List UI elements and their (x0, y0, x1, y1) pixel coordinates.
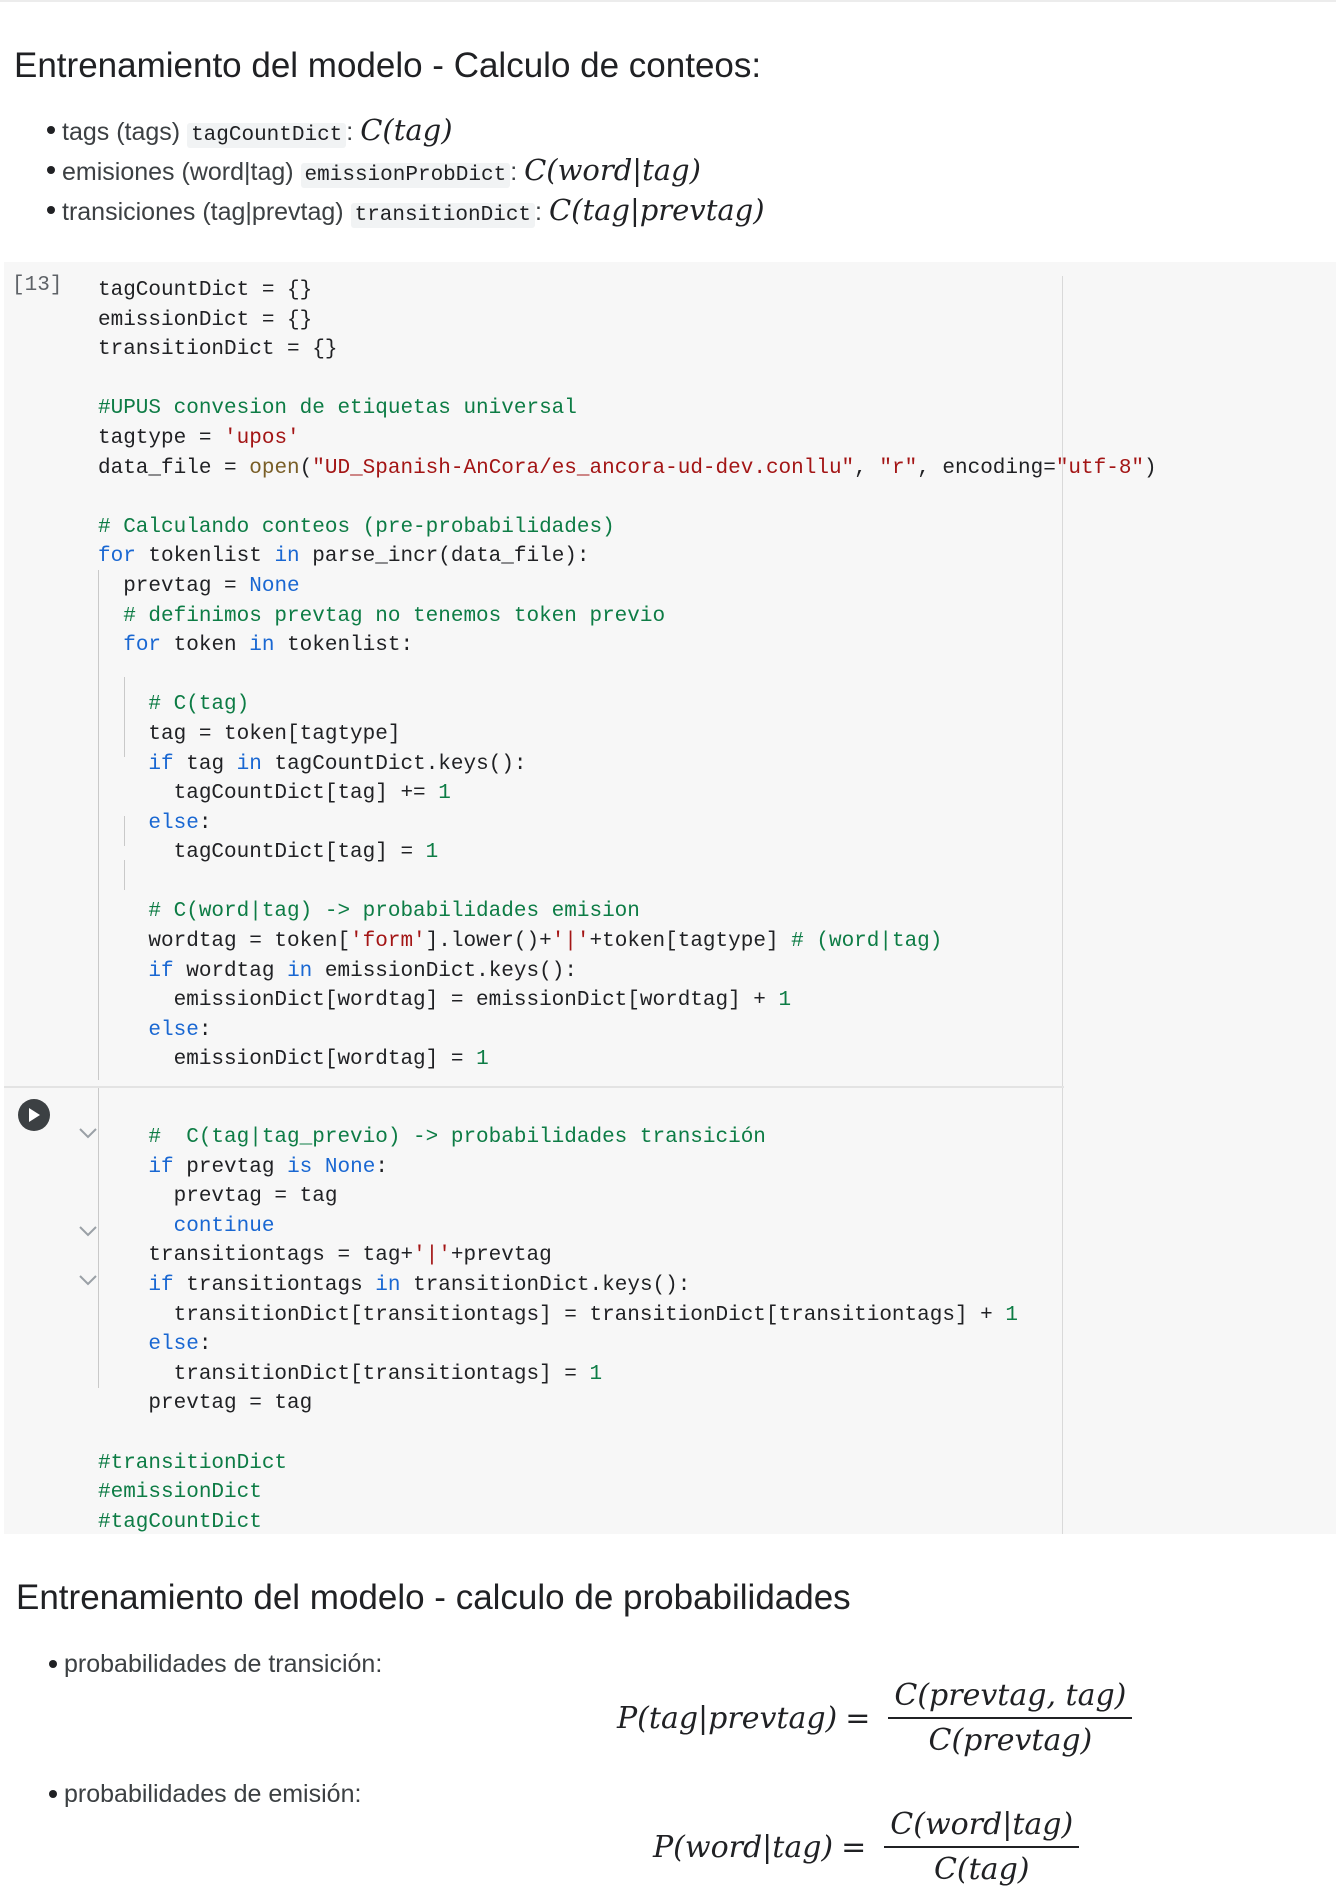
bullet-emisiones: emisiones (word|tag) emissionProbDict: C… (0, 150, 765, 190)
math-expression: C(tag|prevtag) (548, 193, 765, 227)
code-line: else: (148, 1333, 212, 1357)
numerator: C(word|tag) (884, 1807, 1080, 1848)
inline-code: tagCountDict (187, 123, 347, 148)
code-line: prevtag = tag (98, 1185, 338, 1209)
denominator: C(tag) (933, 1852, 1030, 1887)
code-line: transitionDict[transitiontags] = transit… (98, 1303, 1018, 1327)
chevron-down-icon[interactable] (78, 1126, 98, 1140)
code-line: if transitiontags in transitionDict.keys… (148, 1274, 691, 1297)
code-line: continue (173, 1214, 275, 1238)
code-comment: # C(tag|tag_previo) -> probabilidades tr… (98, 1126, 766, 1150)
code-line: transitionDict[transitiontags] = 1 (98, 1362, 603, 1386)
bullet-emision: probabilidades de emisión: (2, 1774, 361, 1814)
probabilidades-bullet-transicion: probabilidades de transición: (2, 1644, 382, 1684)
conteos-bullet-list: tags (tags) tagCountDict: C(tag) emision… (0, 110, 765, 230)
formula-lhs: P(word|tag) (653, 1829, 834, 1865)
run-cell-button[interactable] (18, 1099, 50, 1131)
bullet-transiciones: transiciones (tag|prevtag) transitionDic… (0, 190, 765, 230)
probabilidades-bullet-emision: probabilidades de emisión: (2, 1774, 361, 1814)
math-expression: C(tag) (360, 113, 453, 147)
code-comment: #transitionDict (98, 1451, 288, 1475)
code-comment: #emissionDict (98, 1481, 262, 1505)
code-line: if prevtag is None: (148, 1155, 388, 1179)
code-line: wordtag = token['form'].lower()+'|'+toke… (98, 930, 943, 954)
equals-sign: = (841, 1829, 867, 1865)
code-line: data_file = open("UD_Spanish-AnCora/es_a… (98, 456, 1157, 480)
formula-transicion: P(tag|prevtag) = C(prevtag, tag) C(prevt… (617, 1678, 1133, 1758)
colon: : (346, 118, 354, 146)
code-line: else: (148, 811, 212, 835)
code-comment: #tagCountDict (98, 1510, 262, 1534)
math-expression: C(word|tag) (524, 153, 701, 187)
code-comment: # C(tag) (98, 693, 250, 717)
code-line: prevtag = tag (98, 1392, 313, 1416)
fraction: C(word|tag) C(tag) (884, 1807, 1080, 1887)
equals-sign: = (845, 1700, 871, 1736)
bullet-text: probabilidades de emisión: (64, 1780, 362, 1808)
code-line: tagCountDict[tag] += 1 (98, 782, 451, 806)
inline-code: emissionProbDict (300, 163, 511, 188)
code-line: else: (148, 1018, 212, 1042)
code-line: emissionDict = {} (98, 308, 313, 332)
colon: : (535, 198, 542, 226)
execution-count: [13] (12, 274, 63, 297)
code-comment: #UPUS convesion de etiquetas universal (98, 397, 577, 421)
code-line: transitiontags = tag+'|'+prevtag (98, 1244, 552, 1268)
fraction: C(prevtag, tag) C(prevtag) (888, 1678, 1133, 1758)
section-title-probabilidades: Entrenamiento del modelo - calculo de pr… (16, 1578, 851, 1617)
inline-code: transitionDict (350, 203, 536, 228)
bullet-text: probabilidades de transición: (64, 1650, 383, 1678)
chevron-down-icon[interactable] (78, 1224, 98, 1238)
bullet-text: transiciones (tag|prevtag) (62, 198, 344, 226)
bullet-text: emisiones (word|tag) (62, 158, 294, 186)
code-line: for token in tokenlist: (123, 634, 414, 658)
code-line: tagCountDict[tag] = 1 (98, 841, 439, 865)
code-line: emissionDict[wordtag] = 1 (98, 1048, 489, 1072)
code-line: tagtype = 'upos' (98, 426, 300, 450)
code-line: tagCountDict = {} (98, 279, 313, 302)
code-line: tag = token[tagtype] (98, 722, 401, 746)
code-comment: # C(word|tag) -> probabilidades emision (98, 900, 640, 924)
formula-lhs: P(tag|prevtag) (617, 1700, 838, 1736)
code-comment: # definimos prevtag no tenemos token pre… (98, 604, 666, 628)
code-line: if tag in tagCountDict.keys(): (148, 752, 527, 776)
code-line: if wordtag in emissionDict.keys(): (148, 959, 577, 983)
formula-emision: P(word|tag) = C(word|tag) C(tag) (653, 1807, 1080, 1887)
code-line: prevtag = None (98, 574, 300, 598)
code-line: emissionDict[wordtag] = emissionDict[wor… (98, 989, 792, 1013)
bullet-text: tags (tags) (62, 118, 181, 146)
top-divider (0, 0, 1336, 2)
code-cell[interactable]: [13] tagCountDict = {} emissionDict = {} t… (4, 262, 1336, 1534)
code-line: transitionDict = {} (98, 338, 338, 362)
chevron-down-icon[interactable] (78, 1273, 98, 1287)
code-comment: # Calculando conteos (pre-probabilidades… (98, 515, 615, 539)
colon: : (510, 158, 518, 186)
bullet-tags: tags (tags) tagCountDict: C(tag) (0, 110, 765, 150)
denominator: C(prevtag) (928, 1723, 1093, 1758)
section-title-conteos: Entrenamiento del modelo - Calculo de co… (14, 46, 762, 85)
code-editor[interactable]: tagCountDict = {} emissionDict = {} transi… (98, 276, 1157, 1537)
numerator: C(prevtag, tag) (888, 1678, 1133, 1719)
play-circle-icon (29, 1108, 40, 1122)
code-line: for tokenlist in parse_incr(data_file): (98, 545, 590, 569)
bullet-transicion: probabilidades de transición: (2, 1644, 382, 1684)
